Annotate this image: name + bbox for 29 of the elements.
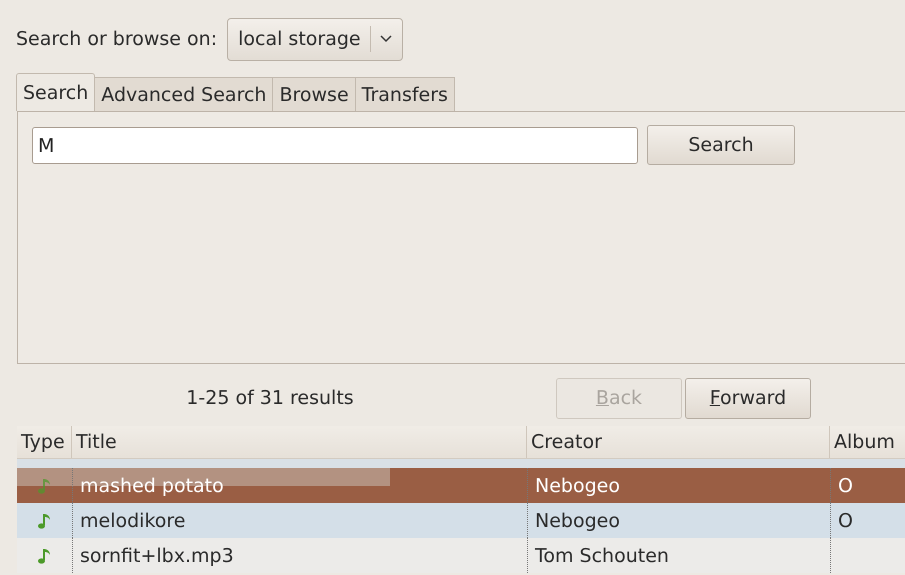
music-note-icon xyxy=(36,546,52,564)
creator-cell: Nebogeo xyxy=(535,474,620,496)
tab[interactable]: Browse xyxy=(272,77,356,111)
title-cell: sornfit+lbx.mp3 xyxy=(80,544,234,566)
column-header[interactable]: Type xyxy=(17,426,72,458)
tab[interactable]: Advanced Search xyxy=(94,77,274,111)
creator-cell: Nebogeo xyxy=(535,510,620,532)
title-cell: melodikore xyxy=(80,510,186,532)
column-header[interactable]: Creator xyxy=(527,426,830,458)
title-cell: mashed potato xyxy=(80,474,224,496)
table-row[interactable]: sornfit+lbx.mp3 Tom Schouten xyxy=(17,538,905,573)
source-dropdown[interactable]: local storage xyxy=(227,18,403,60)
forward-button[interactable]: Forward xyxy=(685,378,811,418)
tab[interactable]: Search xyxy=(16,73,96,111)
search-button[interactable]: Search xyxy=(647,125,795,165)
music-note-icon xyxy=(36,512,52,530)
album-cell: O xyxy=(838,510,853,532)
column-header[interactable]: Title xyxy=(72,426,527,458)
music-note-icon xyxy=(36,476,52,494)
creator-cell: Tom Schouten xyxy=(535,544,669,566)
search-field[interactable]: M xyxy=(32,127,638,164)
column-header[interactable]: Album xyxy=(830,426,905,458)
table-row[interactable]: melodikore Nebogeo O xyxy=(17,503,905,538)
table-row[interactable]: mashed potato Nebogeo O xyxy=(17,468,905,503)
album-cell: O xyxy=(838,474,853,496)
tab[interactable]: Transfers xyxy=(354,77,455,111)
chevron-down-icon xyxy=(380,35,392,43)
results-count: 1-25 of 31 results xyxy=(185,387,355,409)
source-label: Search or browse on: xyxy=(16,28,218,50)
